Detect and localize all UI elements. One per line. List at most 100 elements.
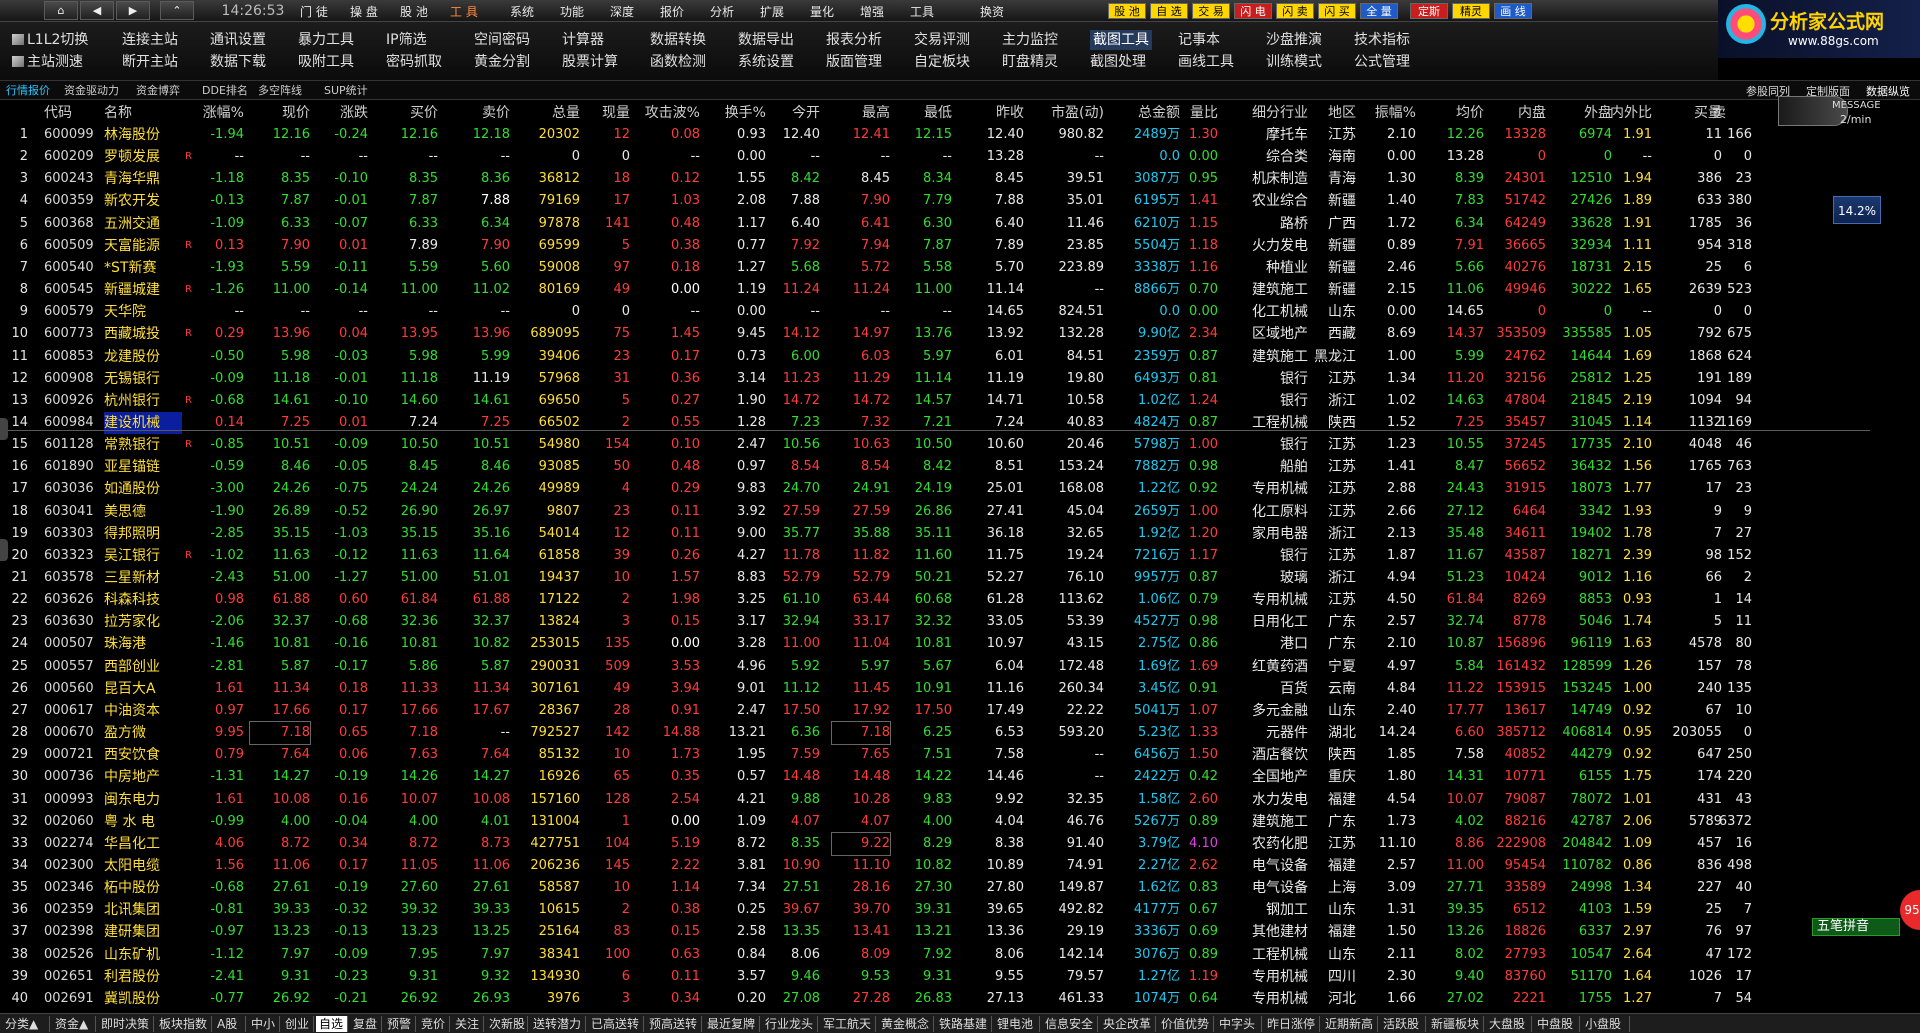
stock-name[interactable]: 得邦照明: [104, 523, 182, 545]
tool-button[interactable]: 技术指标: [1354, 30, 1410, 50]
stock-name[interactable]: 西部创业: [104, 656, 182, 678]
bottom-tab[interactable]: A股: [214, 1016, 246, 1032]
bottom-tab[interactable]: 铁路基建: [936, 1016, 992, 1032]
table-row[interactable]: 33 002274 华昌化工 4.06 8.72 0.34 8.72 8.73 427751 10…: [0, 831, 1870, 856]
column-header[interactable]: 今开: [764, 102, 820, 122]
tool-button[interactable]: 通讯设置: [210, 30, 266, 50]
stock-name[interactable]: 科森科技: [104, 589, 182, 611]
stock-code[interactable]: 002060: [44, 811, 100, 833]
tool-button[interactable]: 报表分析: [826, 30, 882, 50]
column-header[interactable]: 名称: [104, 102, 174, 122]
column-header[interactable]: 内外比: [1604, 102, 1652, 122]
stock-code[interactable]: 600243: [44, 168, 100, 190]
bottom-tab[interactable]: 活跃股: [1380, 1016, 1426, 1032]
tool-button[interactable]: 沙盘推演: [1266, 30, 1322, 50]
quick-button[interactable]: 股 池: [1108, 3, 1146, 19]
table-row[interactable]: 35 002346 柘中股份 -0.68 27.61 -0.19 27.60 27.61 585…: [0, 877, 1870, 899]
column-header[interactable]: 细分行业: [1242, 102, 1308, 122]
stock-code[interactable]: 601890: [44, 456, 100, 478]
quick-button[interactable]: 定斯: [1410, 3, 1448, 19]
stock-name[interactable]: 粤 水 电: [104, 811, 182, 833]
menu-item[interactable]: 工 具: [450, 3, 478, 20]
table-row[interactable]: 37 002398 建研集团 -0.97 13.23 -0.13 13.23 13.25 251…: [0, 921, 1870, 943]
stock-code[interactable]: 601128: [44, 434, 100, 456]
table-row[interactable]: 28 000670 盈方微 9.95 7.18 0.65 7.18 -- 792527 142 14…: [0, 721, 1870, 746]
table-row[interactable]: 27 000617 中油资本 0.97 17.66 0.17 17.66 17.67 28367…: [0, 700, 1870, 722]
table-row[interactable]: 15 601128 常熟银行 R -0.85 10.51 -0.09 10.50 10.51 54…: [0, 434, 1870, 456]
column-header[interactable]: 外盘: [1552, 102, 1612, 122]
bottom-tab[interactable]: 中小: [248, 1016, 280, 1032]
forward-icon[interactable]: ▶: [116, 1, 150, 20]
bottom-tab[interactable]: 板块指数: [156, 1016, 212, 1032]
stock-code[interactable]: 603323: [44, 545, 100, 567]
stock-code[interactable]: 600359: [44, 190, 100, 212]
table-row[interactable]: 40 002691 冀凯股份 -0.77 26.92 -0.21 26.92 26.93 397…: [0, 988, 1870, 1010]
menu-item[interactable]: 门 徒: [300, 3, 328, 20]
stock-name[interactable]: 中房地产: [104, 766, 182, 788]
tool-button[interactable]: 数据转换: [650, 30, 706, 50]
stock-name[interactable]: 青海华鼎: [104, 168, 182, 190]
stock-name[interactable]: 杭州银行: [104, 390, 182, 412]
stock-name[interactable]: 建研集团: [104, 921, 182, 943]
column-header[interactable]: 涨幅%: [188, 102, 244, 122]
column-header[interactable]: 总量: [514, 102, 580, 122]
column-header[interactable]: 最低: [896, 102, 952, 122]
quick-button[interactable]: 自 选: [1150, 3, 1188, 19]
stock-code[interactable]: 600509: [44, 235, 100, 257]
bottom-tab[interactable]: 中字头: [1216, 1016, 1262, 1032]
tool-button[interactable]: 盯盘精灵: [1002, 52, 1058, 72]
tool-button[interactable]: 自定板块: [914, 52, 970, 72]
bottom-tab[interactable]: 分类▲: [2, 1016, 50, 1032]
menu-item[interactable]: 报价: [660, 3, 684, 20]
stock-name[interactable]: 林海股份: [104, 124, 182, 146]
table-row[interactable]: 39 002651 利君股份 -2.41 9.31 -0.23 9.31 9.32 134930…: [0, 966, 1870, 988]
menu-item[interactable]: 操 盘: [350, 3, 378, 20]
stock-code[interactable]: 600908: [44, 368, 100, 390]
bottom-tab[interactable]: 复盘: [350, 1016, 382, 1032]
table-row[interactable]: 29 000721 西安饮食 0.79 7.64 0.06 7.63 7.64 85132 10 1…: [0, 744, 1870, 766]
stock-name[interactable]: 西藏城投: [104, 323, 182, 345]
stock-name[interactable]: 太阳电缆: [104, 855, 182, 877]
stock-code[interactable]: 002526: [44, 944, 100, 966]
stock-code[interactable]: 000507: [44, 633, 100, 655]
bottom-tab[interactable]: 已高送转: [588, 1016, 644, 1032]
column-header[interactable]: 现价: [250, 102, 310, 122]
bottom-tab[interactable]: 创业: [282, 1016, 314, 1032]
column-header[interactable]: 最高: [832, 102, 890, 122]
view-tab[interactable]: 多空阵线: [258, 83, 302, 99]
table-row[interactable]: 22 603626 科森科技 0.98 61.88 0.60 61.84 61.88 17122…: [0, 589, 1870, 611]
tool-button[interactable]: 系统设置: [738, 52, 794, 72]
table-row[interactable]: 8 600545 新疆城建 R -1.26 11.00 -0.14 11.00 11.02 801…: [0, 279, 1870, 301]
bottom-tab[interactable]: 央企改革: [1100, 1016, 1156, 1032]
menu-item[interactable]: 量化: [810, 3, 834, 20]
stock-code[interactable]: 000557: [44, 656, 100, 678]
stock-code[interactable]: 600773: [44, 323, 100, 345]
stock-name[interactable]: 吴江银行: [104, 545, 182, 567]
bottom-tab[interactable]: 预警: [384, 1016, 416, 1032]
table-row[interactable]: 11 600853 龙建股份 -0.50 5.98 -0.03 5.98 5.99 39406 2…: [0, 346, 1870, 368]
column-header[interactable]: 涨跌: [318, 102, 368, 122]
stock-code[interactable]: 600540: [44, 257, 100, 279]
bottom-tab[interactable]: 新疆板块: [1428, 1016, 1484, 1032]
table-row[interactable]: 3 600243 青海华鼎 -1.18 8.35 -0.10 8.35 8.36 36812 18…: [0, 168, 1870, 190]
tool-button[interactable]: 函数检测: [650, 52, 706, 72]
quick-button[interactable]: 画 线: [1494, 3, 1532, 19]
left-handle[interactable]: [0, 418, 8, 440]
table-row[interactable]: 13 600926 杭州银行 R -0.68 14.61 -0.10 14.60 14.61 69…: [0, 390, 1870, 412]
column-header[interactable]: 换手%: [706, 102, 766, 122]
quick-button[interactable]: 交 易: [1192, 3, 1230, 19]
stock-name[interactable]: 华昌化工: [104, 833, 182, 855]
bottom-tab[interactable]: 中盘股: [1534, 1016, 1580, 1032]
column-header[interactable]: 内盘: [1488, 102, 1546, 122]
table-row[interactable]: 16 601890 亚星锚链 -0.59 8.46 -0.05 8.45 8.46 93085 5…: [0, 456, 1870, 478]
stock-code[interactable]: 002274: [44, 833, 100, 855]
quick-button[interactable]: 闪 买: [1318, 3, 1356, 19]
bottom-tab[interactable]: 昨日涨停: [1264, 1016, 1320, 1032]
up-icon[interactable]: ⌃: [160, 1, 194, 20]
back-icon[interactable]: ◀: [80, 1, 114, 20]
bottom-tab[interactable]: 小盘股: [1582, 1016, 1630, 1032]
bottom-tab[interactable]: 大盘股: [1486, 1016, 1532, 1032]
bottom-tab[interactable]: 军工航天: [820, 1016, 876, 1032]
menu-item[interactable]: 工具: [910, 3, 934, 20]
stock-name[interactable]: 新疆城建: [104, 279, 182, 301]
